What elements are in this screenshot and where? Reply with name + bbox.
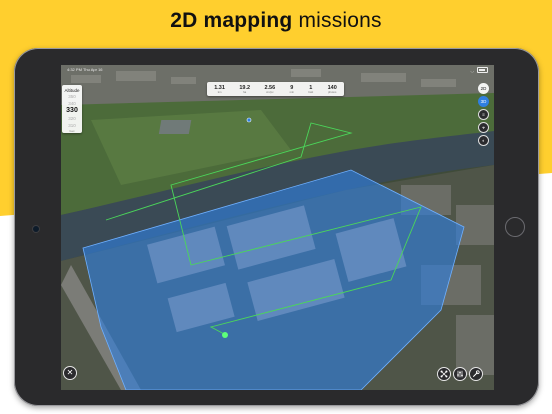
drone-icon (440, 370, 448, 378)
tools-button[interactable] (469, 367, 483, 381)
telemetry-item: 19.2 ha (239, 84, 251, 94)
locate-icon[interactable]: ⌖ (478, 122, 489, 133)
headline-bold: 2D mapping (170, 9, 293, 32)
altitude-option[interactable]: 320 (62, 115, 82, 122)
right-control-rail: 2D 3D ≡ ⌖ ◐ (477, 83, 491, 148)
altitude-unit: feet (69, 129, 75, 133)
app-screen: 4:32 PM Thu Apr 16 ◡ 1.31 km 19.2 ha 2.56 c… (61, 65, 494, 390)
home-point-marker (246, 117, 252, 123)
status-bar: 4:32 PM Thu Apr 16 ◡ (61, 65, 494, 73)
satellite-map[interactable] (61, 65, 494, 390)
battery-icon (477, 67, 488, 73)
telemetry-item: 2.56 cm/px (264, 84, 276, 94)
telemetry-item: 1 batt (308, 84, 314, 94)
map-style-icon[interactable]: ◐ (478, 135, 489, 146)
front-camera (33, 226, 39, 232)
layers-icon[interactable]: ≡ (478, 109, 489, 120)
tool-buttons (437, 367, 483, 381)
wrench-icon (473, 370, 480, 377)
altitude-option[interactable]: 340 (62, 100, 82, 107)
status-time: 4:32 PM (67, 67, 82, 72)
altitude-current[interactable]: 330 (62, 107, 82, 115)
2d-toggle-icon[interactable]: 2D (478, 83, 489, 94)
drone-position-marker (222, 332, 228, 338)
telemetry-item: 140 photos (327, 84, 337, 94)
telemetry-bar: 1.31 km 19.2 ha 2.56 cm/px 9 min 1 batt 140 ph… (207, 82, 344, 96)
altitude-option[interactable]: 310 (62, 122, 82, 129)
settings-button[interactable] (453, 367, 467, 381)
settings-sliders-icon (457, 370, 463, 378)
headline-rest: missions (298, 9, 382, 32)
telemetry-item: 9 min (289, 84, 295, 94)
status-date: Thu Apr 16 (82, 67, 103, 72)
altitude-option[interactable]: 350 (62, 93, 82, 100)
telemetry-item: 1.31 km (214, 84, 225, 94)
close-button[interactable]: ✕ (63, 366, 77, 380)
3d-toggle-icon[interactable]: 3D (478, 96, 489, 107)
promo-headline: 2D mapping missions (0, 9, 552, 33)
home-button[interactable] (505, 217, 525, 237)
altitude-picker[interactable]: Altitude 350 340 330 320 310 feet (62, 85, 82, 133)
wifi-icon: ◡ (470, 67, 475, 73)
drone-button[interactable] (437, 367, 451, 381)
